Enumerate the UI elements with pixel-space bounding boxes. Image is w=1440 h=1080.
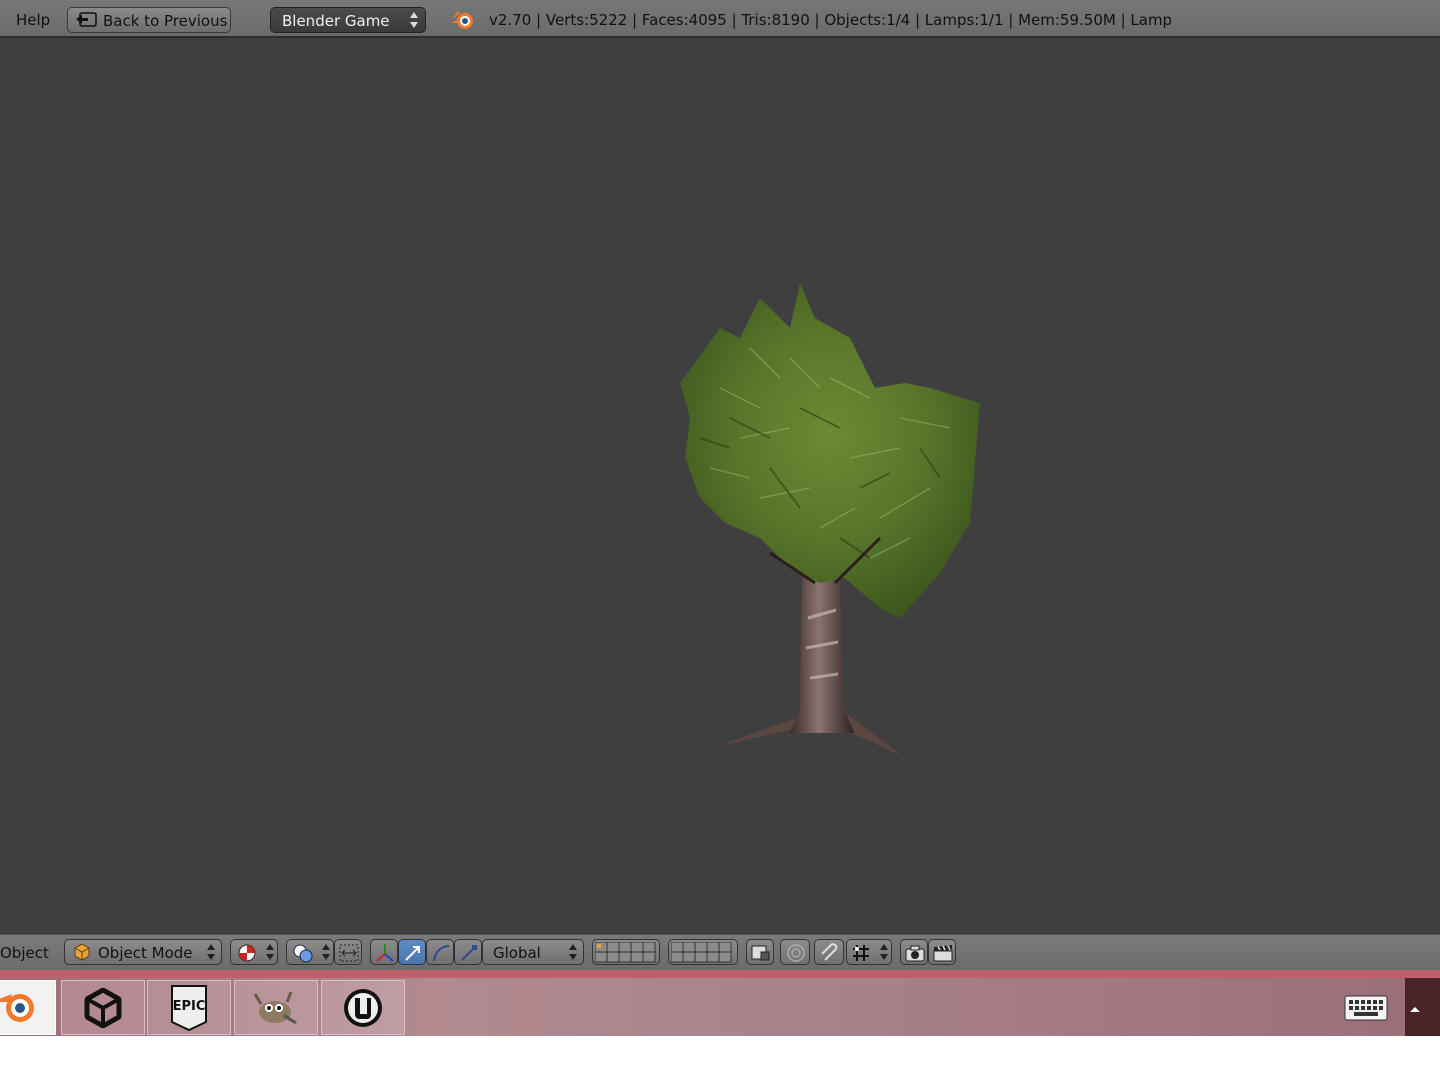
- screen-bottom-margin: [0, 1036, 1440, 1080]
- back-to-previous-button[interactable]: Back to Previous: [67, 7, 231, 33]
- taskbar-epic-games[interactable]: EPIC: [147, 980, 231, 1035]
- scene-layers-row-1[interactable]: [592, 939, 660, 965]
- info-header: Help Back to Previous Blender Game v2.70…: [0, 0, 1440, 38]
- proportional-editing-button[interactable]: [780, 939, 810, 965]
- snap-element-dropdown[interactable]: [846, 939, 892, 965]
- render-engine-label: Blender Game: [282, 12, 390, 30]
- pivot-point-dropdown[interactable]: [286, 939, 334, 965]
- scale-manipulator-button[interactable]: [454, 939, 482, 965]
- unreal-engine-icon: [344, 988, 382, 1027]
- epic-logo-text: EPIC: [173, 999, 206, 1014]
- layer-lock-icon: [751, 945, 770, 961]
- dropdown-arrows-icon: [266, 944, 274, 960]
- taskbar-gimp[interactable]: [234, 980, 318, 1035]
- viewport-shading-dropdown[interactable]: [230, 939, 278, 965]
- transform-manipulator-toggle[interactable]: [370, 939, 398, 965]
- back-screen-icon: [76, 12, 97, 27]
- proportional-circle-icon: [787, 944, 805, 962]
- blender-logo-icon: [451, 11, 473, 29]
- translate-manipulator-button[interactable]: [398, 939, 426, 965]
- rotate-manipulator-button[interactable]: [426, 939, 454, 965]
- object-menu[interactable]: Object: [0, 944, 49, 962]
- scene-layers-row-2[interactable]: [668, 939, 738, 965]
- translate-arrow-icon: [405, 946, 420, 961]
- snap-toggle-button[interactable]: [814, 939, 844, 965]
- camera-icon: [905, 945, 925, 962]
- unity-icon: [84, 987, 122, 1028]
- rotate-arc-icon: [433, 945, 450, 962]
- dropdown-arrows-icon: [322, 944, 330, 960]
- taskbar-blender[interactable]: [0, 980, 56, 1035]
- chevron-up-icon: [1410, 1007, 1420, 1012]
- back-to-previous-label: Back to Previous: [103, 12, 228, 30]
- show-hidden-icons-button[interactable]: [1405, 978, 1440, 1036]
- opengl-render-animation-button[interactable]: [928, 939, 956, 965]
- scale-icon: [461, 945, 477, 961]
- render-engine-dropdown[interactable]: Blender Game: [270, 7, 426, 33]
- help-menu[interactable]: Help: [16, 11, 50, 29]
- clapperboard-icon: [933, 945, 953, 962]
- manipulate-center-points-button[interactable]: [334, 939, 362, 965]
- gimp-icon: [253, 990, 297, 1024]
- dropdown-arrows-icon: [569, 944, 577, 960]
- tree-model[interactable]: [640, 238, 1000, 768]
- taskbar-unreal-engine[interactable]: [321, 980, 405, 1035]
- layer-grid-icon: [671, 942, 732, 963]
- dropdown-arrows-icon: [410, 12, 418, 28]
- keyboard-icon[interactable]: [1344, 995, 1388, 1021]
- transform-orientation-label: Global: [493, 944, 541, 962]
- interaction-mode-dropdown[interactable]: Object Mode: [64, 939, 222, 965]
- object-cube-icon: [74, 943, 90, 961]
- layer-grid-icon: [595, 942, 656, 963]
- lock-camera-layers-button[interactable]: [746, 939, 774, 965]
- dropdown-arrows-icon: [880, 944, 888, 960]
- shading-sphere-icon: [238, 944, 256, 962]
- 3d-view-header: Object Object Mode Global: [0, 934, 1440, 970]
- opengl-render-image-button[interactable]: [900, 939, 928, 965]
- manipulator-axes-icon: [376, 944, 394, 962]
- 3d-viewport[interactable]: [0, 38, 1440, 934]
- center-points-icon: [339, 944, 359, 962]
- taskbar-unity[interactable]: [61, 980, 145, 1035]
- transform-orientation-dropdown[interactable]: Global: [482, 939, 584, 965]
- snap-grid-icon: [853, 945, 869, 961]
- blender-icon: [0, 993, 34, 1022]
- epic-games-icon: EPIC: [171, 984, 207, 1031]
- pivot-point-icon: [293, 944, 313, 963]
- scene-statistics: v2.70 | Verts:5222 | Faces:4095 | Tris:8…: [489, 11, 1173, 29]
- magnet-icon: [821, 943, 838, 961]
- os-taskbar: EPIC: [0, 970, 1440, 1036]
- dropdown-arrows-icon: [207, 944, 215, 960]
- interaction-mode-label: Object Mode: [98, 944, 193, 962]
